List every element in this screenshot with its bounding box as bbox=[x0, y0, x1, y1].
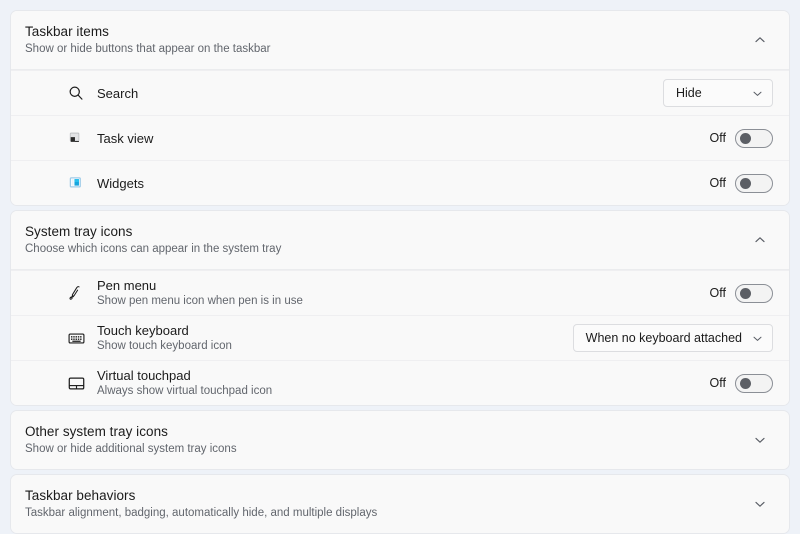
section-subtitle: Show or hide additional system tray icon… bbox=[25, 443, 237, 455]
toggle-knob bbox=[740, 132, 751, 144]
section-title: Taskbar behaviors bbox=[25, 488, 136, 503]
section-subtitle: Choose which icons can appear in the sys… bbox=[25, 243, 282, 255]
toggle-knob bbox=[740, 377, 751, 389]
pen-icon bbox=[63, 280, 89, 306]
row-sublabel: Show pen menu icon when pen is in use bbox=[97, 295, 303, 307]
chevron-up-icon[interactable] bbox=[747, 227, 773, 253]
search-icon bbox=[63, 80, 89, 106]
row-sublabel: Always show virtual touchpad icon bbox=[97, 385, 273, 397]
settings-row-pen-menu: Pen menu Show pen menu icon when pen is i… bbox=[11, 270, 789, 315]
row-control: Off bbox=[709, 373, 773, 393]
section-title: System tray icons bbox=[25, 224, 133, 239]
row-control: Hide bbox=[663, 79, 773, 107]
settings-card-other-system-tray-icons: Other system tray icons Show or hide addi… bbox=[10, 410, 790, 470]
row-label: Pen menu bbox=[97, 278, 157, 293]
widgets-icon bbox=[63, 170, 89, 196]
section-header-text: Other system tray icons Show or hide addi… bbox=[25, 423, 747, 457]
dropdown-value: Hide bbox=[676, 86, 702, 100]
toggle-state-label: Off bbox=[709, 376, 726, 390]
toggle-state-label: Off bbox=[709, 286, 726, 300]
section-subtitle: Show or hide buttons that appear on the … bbox=[25, 43, 271, 55]
task-view-icon bbox=[63, 125, 89, 151]
toggle-switch-widgets[interactable] bbox=[735, 173, 773, 193]
settings-row-search: Search Hide bbox=[11, 70, 789, 115]
row-label: Search bbox=[97, 85, 139, 101]
row-control: When no keyboard attached bbox=[572, 324, 773, 352]
toggle-knob bbox=[740, 287, 751, 299]
section-header-taskbar-items[interactable]: Taskbar items Show or hide buttons that a… bbox=[11, 11, 789, 70]
chevron-down-icon[interactable] bbox=[747, 491, 773, 517]
settings-row-task-view: Task view Off bbox=[11, 115, 789, 160]
row-control: Off bbox=[709, 128, 773, 148]
chevron-down-icon bbox=[752, 88, 763, 99]
dropdown-search[interactable]: Hide bbox=[663, 79, 773, 107]
row-text: Search bbox=[97, 85, 663, 102]
settings-card-taskbar-behaviors: Taskbar behaviors Taskbar alignment, badg… bbox=[10, 474, 790, 534]
toggle-knob bbox=[740, 177, 751, 189]
row-text: Virtual touchpad Always show virtual touc… bbox=[97, 367, 710, 399]
row-text: Pen menu Show pen menu icon when pen is i… bbox=[97, 277, 710, 309]
settings-card-taskbar-items: Taskbar items Show or hide buttons that a… bbox=[10, 10, 790, 206]
row-sublabel: Show touch keyboard icon bbox=[97, 340, 232, 352]
row-control: Off bbox=[709, 173, 773, 193]
chevron-down-icon[interactable] bbox=[747, 427, 773, 453]
row-label: Widgets bbox=[97, 175, 144, 191]
toggle-switch-pen-menu[interactable] bbox=[735, 283, 773, 303]
settings-row-touch-keyboard: Touch keyboard Show touch keyboard icon Wh… bbox=[11, 315, 789, 360]
touchpad-icon bbox=[63, 370, 89, 396]
dropdown-touch-keyboard[interactable]: When no keyboard attached bbox=[572, 324, 773, 352]
chevron-up-icon[interactable] bbox=[747, 27, 773, 53]
section-header-system-tray-icons[interactable]: System tray icons Choose which icons can … bbox=[11, 211, 789, 270]
row-label: Virtual touchpad bbox=[97, 368, 191, 383]
section-header-text: Taskbar behaviors Taskbar alignment, badg… bbox=[25, 487, 747, 521]
section-header-text: Taskbar items Show or hide buttons that a… bbox=[25, 23, 747, 57]
section-subtitle: Taskbar alignment, badging, automaticall… bbox=[25, 507, 378, 519]
row-label: Touch keyboard bbox=[97, 323, 189, 338]
settings-row-widgets: Widgets Off bbox=[11, 160, 789, 205]
row-control: Off bbox=[709, 283, 773, 303]
section-header-text: System tray icons Choose which icons can … bbox=[25, 223, 747, 257]
dropdown-value: When no keyboard attached bbox=[585, 331, 742, 345]
settings-row-virtual-touchpad: Virtual touchpad Always show virtual touc… bbox=[11, 360, 789, 405]
row-label: Task view bbox=[97, 130, 154, 146]
toggle-state-label: Off bbox=[709, 176, 726, 190]
section-title: Taskbar items bbox=[25, 24, 109, 39]
settings-page: Taskbar items Show or hide buttons that a… bbox=[0, 0, 800, 534]
settings-card-system-tray-icons: System tray icons Choose which icons can … bbox=[10, 210, 790, 406]
row-text: Touch keyboard Show touch keyboard icon bbox=[97, 322, 573, 354]
chevron-down-icon bbox=[752, 333, 763, 344]
toggle-state-label: Off bbox=[709, 131, 726, 145]
section-header-other-system-tray-icons[interactable]: Other system tray icons Show or hide addi… bbox=[11, 411, 789, 469]
section-title: Other system tray icons bbox=[25, 424, 168, 439]
section-header-taskbar-behaviors[interactable]: Taskbar behaviors Taskbar alignment, badg… bbox=[11, 475, 789, 533]
toggle-switch-task-view[interactable] bbox=[735, 128, 773, 148]
toggle-switch-virtual-touchpad[interactable] bbox=[735, 373, 773, 393]
row-text: Widgets bbox=[97, 175, 710, 192]
row-text: Task view bbox=[97, 130, 710, 147]
keyboard-icon bbox=[63, 325, 89, 351]
